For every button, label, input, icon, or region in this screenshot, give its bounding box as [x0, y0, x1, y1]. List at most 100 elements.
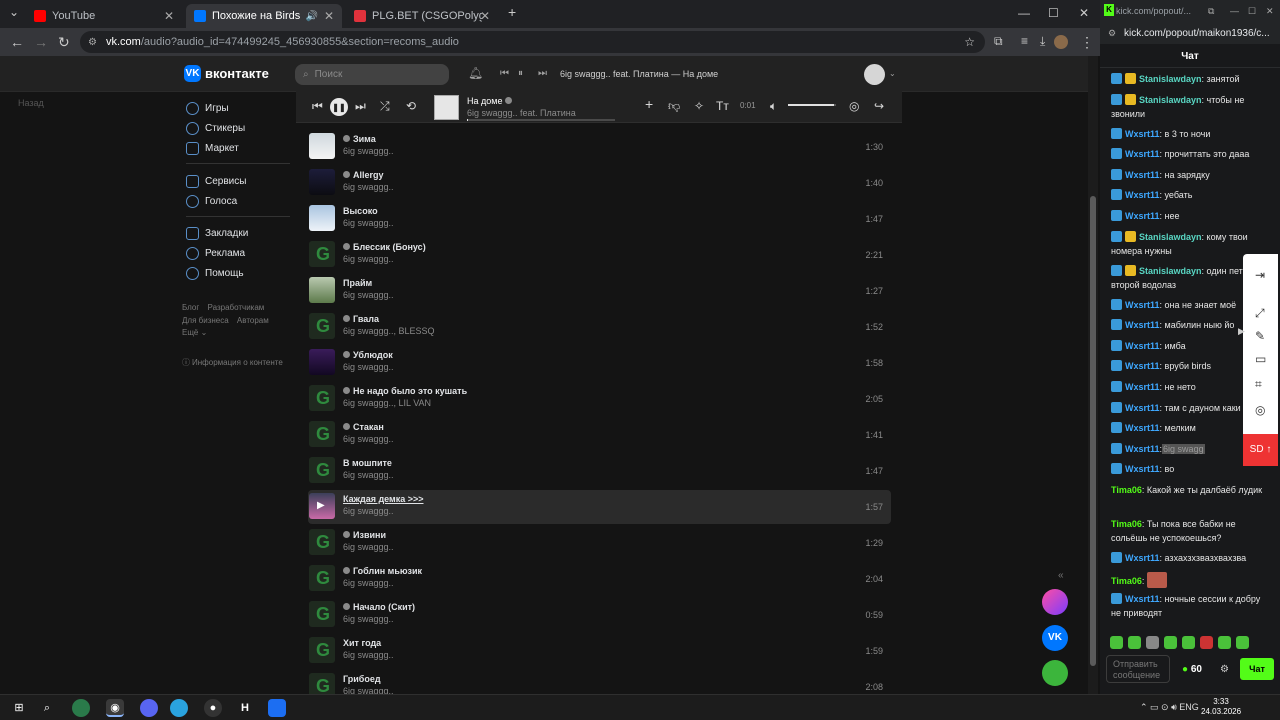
prev-track-icon[interactable]: ⏮: [500, 68, 509, 79]
chat-username[interactable]: Wxsrt11: [1125, 300, 1160, 310]
track-row[interactable]: Ублюдок 6ig swaggg.. 1:58: [308, 346, 891, 380]
track-title[interactable]: Ублюдок: [343, 350, 393, 360]
expand-icon[interactable]: ⤢: [1255, 306, 1265, 321]
chat-username[interactable]: Wxsrt11: [1125, 170, 1160, 180]
track-artist[interactable]: 6ig swaggg..: [343, 506, 394, 516]
header-now-playing[interactable]: 6ig swaggg.. feat. Платина — На доме: [560, 69, 718, 79]
menu-icon[interactable]: ⋮: [1080, 34, 1094, 51]
track-artist[interactable]: 6ig swaggg..: [343, 290, 394, 300]
exit-icon[interactable]: ⇥: [1255, 268, 1265, 282]
window-mode-icon[interactable]: ⧉: [1208, 6, 1214, 17]
lyrics-icon[interactable]: Tт: [716, 99, 729, 113]
track-artist[interactable]: 6ig swaggg.., BLESSQ: [343, 326, 435, 336]
track-title[interactable]: Извини: [343, 530, 386, 540]
bookmark-star-icon[interactable]: ☆: [964, 35, 975, 49]
track-cover[interactable]: [309, 421, 335, 447]
track-title[interactable]: Грибоед: [343, 674, 381, 684]
track-cover[interactable]: [309, 349, 335, 375]
track-artist[interactable]: 6ig swaggg..: [343, 434, 394, 444]
track-cover[interactable]: [309, 457, 335, 483]
track-artist[interactable]: 6ig swaggg..: [343, 146, 394, 156]
pen-icon[interactable]: ✎: [1255, 329, 1265, 343]
track-row[interactable]: Гвала 6ig swaggg.., BLESSQ 1:52: [308, 310, 891, 344]
broadcast-icon[interactable]: ◎: [849, 99, 859, 113]
edge-icon[interactable]: [72, 699, 90, 717]
chat-username[interactable]: Wxsrt11: [1125, 190, 1160, 200]
track-cover[interactable]: [309, 385, 335, 411]
track-title[interactable]: Гоблин мьюзик: [343, 566, 422, 576]
track-title[interactable]: Гвала: [343, 314, 379, 324]
track-row[interactable]: Блессик (Бонус) 6ig swaggg.. 2:21: [308, 238, 891, 272]
minimize-icon[interactable]: —: [1018, 6, 1030, 20]
tab-search-icon[interactable]: ⌄: [9, 5, 19, 19]
search-icon[interactable]: ⌕: [38, 699, 56, 717]
emote-icon[interactable]: [1110, 636, 1123, 649]
track-title[interactable]: Высоко: [343, 206, 378, 216]
now-playing-title[interactable]: На доме: [467, 96, 512, 106]
track-row[interactable]: Прайм 6ig swaggg.. 1:27: [308, 274, 891, 308]
track-row[interactable]: Allergy 6ig swaggg.. 1:40: [308, 166, 891, 200]
tab-youtube[interactable]: YouTube ✕: [26, 4, 182, 28]
chat-username[interactable]: Wxsrt11: [1125, 444, 1160, 454]
pause-icon[interactable]: ⏸: [518, 68, 523, 79]
chat-username[interactable]: Wxsrt11: [1125, 403, 1160, 413]
track-row[interactable]: Каждая демка >>> 6ig swaggg.. 1:57: [308, 490, 891, 524]
track-artist[interactable]: 6ig swaggg..: [343, 578, 394, 588]
vk-logo[interactable]: VK вконтакте: [184, 65, 269, 82]
track-row[interactable]: Гоблин мьюзик 6ig swaggg.. 2:04: [308, 562, 891, 596]
chrome-icon[interactable]: ◉: [106, 699, 124, 717]
sidebar-item-help[interactable]: Помощь: [186, 265, 244, 281]
track-title[interactable]: Начало (Скит): [343, 602, 415, 612]
track-title[interactable]: Не надо было это кушать: [343, 386, 467, 396]
emote-icon[interactable]: [1128, 636, 1141, 649]
chat-username[interactable]: Wxsrt11: [1125, 553, 1160, 563]
track-artist[interactable]: 6ig swaggg..: [343, 362, 394, 372]
kick-url-bar[interactable]: ⚙ kick.com/popout/maikon1936/c...: [1100, 22, 1280, 44]
footer-link-business[interactable]: Для бизнеса: [182, 316, 229, 325]
downloads-icon[interactable]: ⤓: [1040, 34, 1045, 49]
send-chat-button[interactable]: Чат: [1240, 658, 1274, 680]
emote-icon[interactable]: [1218, 636, 1231, 649]
footer-link-authors[interactable]: Авторам: [237, 316, 269, 325]
track-title[interactable]: Блессик (Бонус): [343, 242, 426, 252]
track-cover[interactable]: [309, 673, 335, 694]
shuffle-icon[interactable]: ⤮: [380, 99, 390, 114]
track-artist[interactable]: 6ig swaggg..: [343, 470, 394, 480]
collapse-icon[interactable]: «: [1058, 570, 1064, 581]
chat-username[interactable]: Wxsrt11: [1125, 149, 1160, 159]
site-info-icon[interactable]: ⚙: [1108, 28, 1116, 39]
track-cover[interactable]: [309, 277, 335, 303]
chat-username[interactable]: Wxsrt11: [1125, 382, 1160, 392]
search-input[interactable]: ⌕ Поиск: [295, 64, 449, 85]
scrollbar-thumb[interactable]: [1090, 196, 1096, 666]
chat-username[interactable]: Stanislawdayn: [1139, 95, 1202, 105]
sidebar-item-stickers[interactable]: Стикеры: [186, 120, 245, 136]
emote-icon[interactable]: [1182, 636, 1195, 649]
track-row[interactable]: Стакан 6ig swaggg.. 1:41: [308, 418, 891, 452]
target-icon[interactable]: ◎: [1255, 403, 1265, 417]
sidebar-item-market[interactable]: Маркет: [186, 140, 239, 156]
maximize-icon[interactable]: ☐: [1048, 6, 1059, 20]
clock[interactable]: 3:33 24.03.2026: [1201, 697, 1241, 717]
dislike-icon[interactable]: 👎︎: [668, 99, 680, 114]
extensions-icon[interactable]: ⧉: [994, 34, 1003, 49]
volume-icon[interactable]: 🔈︎: [770, 99, 777, 114]
close-tab-icon[interactable]: ✕: [324, 9, 334, 23]
track-artist[interactable]: 6ig swaggg..: [343, 614, 394, 624]
footer-link-more[interactable]: Ещё ⌄: [182, 328, 207, 337]
obs-icon[interactable]: ●: [204, 699, 222, 717]
sidebar-item-bookmarks[interactable]: Закладки: [186, 225, 248, 241]
page-scrollbar[interactable]: [1088, 56, 1098, 694]
avatar[interactable]: [864, 64, 885, 85]
site-info-icon[interactable]: ⚙: [88, 37, 97, 48]
profile-avatar[interactable]: [1054, 35, 1068, 49]
now-playing-artist[interactable]: 6ig swaggg.. feat. Платина: [467, 108, 576, 118]
track-artist[interactable]: 6ig swaggg.., LIL VAN: [343, 398, 431, 408]
next-track-icon[interactable]: ⏭: [355, 99, 366, 114]
track-row[interactable]: Хит года 6ig swaggg.. 1:59: [308, 634, 891, 668]
content-info-link[interactable]: ⓘ Информация о контенте: [182, 357, 289, 368]
track-artist[interactable]: 6ig swaggg..: [343, 650, 394, 660]
track-title[interactable]: Стакан: [343, 422, 384, 432]
start-icon[interactable]: ⊞: [10, 699, 28, 717]
track-cover[interactable]: [309, 169, 335, 195]
